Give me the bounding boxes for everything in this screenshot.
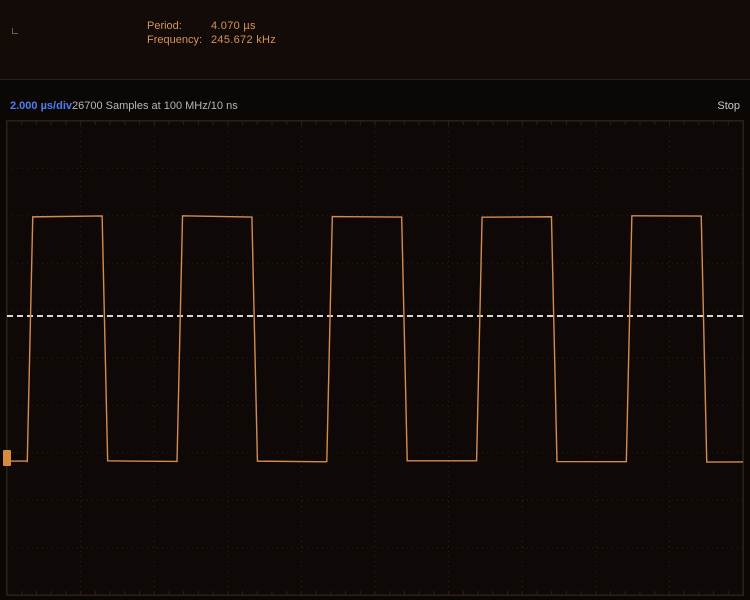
oscilloscope-window: Period: 4.070 µs Frequency: 245.672 kHz … (0, 0, 750, 600)
measurement-row: Period: 4.070 µs (147, 20, 256, 32)
waveform-display[interactable] (6, 120, 744, 596)
timebase-readout[interactable]: 2.000 µs/div (10, 100, 72, 112)
channel-indicator (12, 28, 18, 34)
period-label: Period: (147, 20, 203, 32)
frequency-label: Frequency: (147, 34, 203, 46)
frequency-value: 245.672 kHz (211, 34, 276, 46)
timebase-bar: 2.000 µs/div 26700 Samples at 100 MHz/10… (6, 100, 744, 116)
run-mode-readout[interactable]: Stop (717, 100, 740, 112)
measurement-panel: Period: 4.070 µs Frequency: 245.672 kHz (0, 0, 750, 80)
measurement-row: Frequency: 245.672 kHz (147, 34, 276, 46)
period-value: 4.070 µs (211, 20, 256, 32)
sample-info-readout: 26700 Samples at 100 MHz/10 ns (72, 100, 238, 112)
waveform-trace (7, 121, 743, 595)
